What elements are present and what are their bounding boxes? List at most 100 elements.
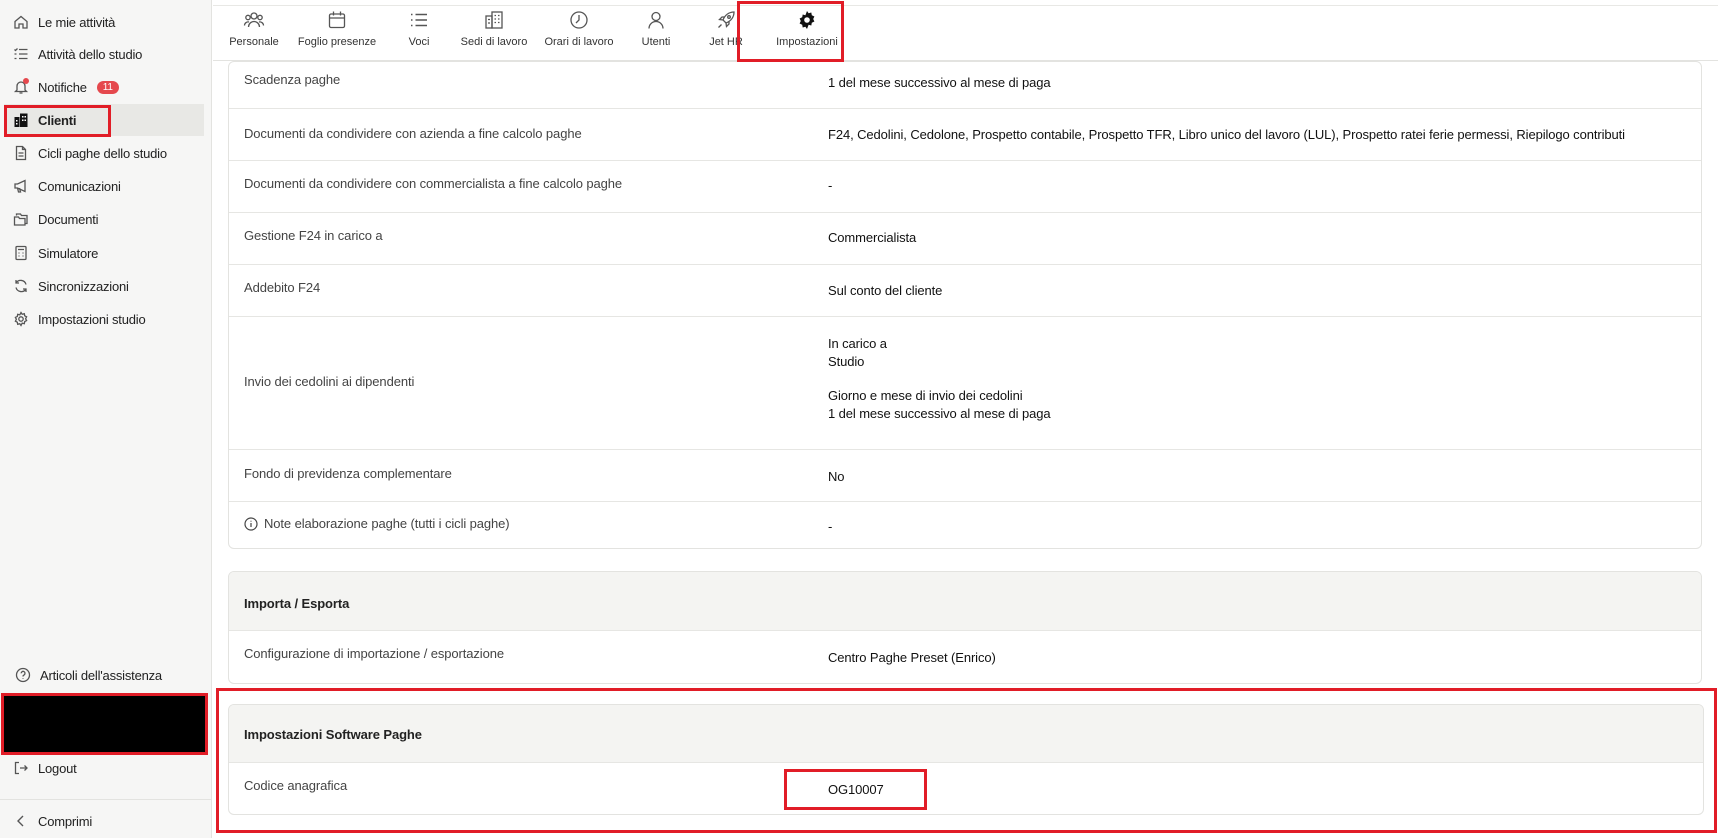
megaphone-icon: [12, 177, 30, 195]
tab-label: Foglio presenze: [297, 36, 377, 48]
sidebar-item-label: Cicli paghe dello studio: [38, 145, 167, 161]
question-icon: [14, 666, 32, 684]
section-title: Impostazioni Software Paghe: [244, 727, 422, 742]
sidebar-divider: [0, 799, 212, 800]
info-icon[interactable]: [244, 516, 258, 531]
gear-icon: [12, 310, 30, 328]
setting-value: 1 del mese successivo al mese di paga: [828, 75, 1051, 90]
sidebar-item-label: Documenti: [38, 211, 99, 227]
setting-row-note-elaborazione: Note elaborazione paghe (tutti i cicli p…: [229, 502, 1701, 548]
client-tabs: Personale Foglio presenze Voci Sedi di l…: [213, 0, 1718, 61]
building-icon: [12, 111, 30, 129]
sidebar-item-label: Sincronizzazioni: [38, 278, 129, 294]
people-icon: [242, 8, 266, 32]
logout-button[interactable]: Logout: [4, 752, 204, 784]
setting-row-gestione-f24: Gestione F24 in carico a Commercialista: [229, 213, 1701, 265]
import-export-panel: Importa / Esporta Configurazione di impo…: [228, 571, 1702, 684]
tab-label: Jet HR: [709, 36, 743, 48]
checklist-icon: [12, 45, 30, 63]
sidebar-item-label: Notifiche: [38, 79, 87, 95]
sidebar-item-label: Clienti: [38, 112, 77, 128]
setting-value: OG10007: [828, 782, 884, 797]
import-export-header: Importa / Esporta: [229, 572, 1701, 631]
tab-label: Utenti: [641, 36, 671, 48]
setting-value: -: [828, 178, 833, 193]
sidebar-item-communications[interactable]: Comunicazioni: [4, 170, 204, 202]
setting-sublabel: In carico a: [828, 336, 887, 351]
sync-icon: [12, 277, 30, 295]
calendar-icon: [325, 8, 349, 32]
setting-label: Codice anagrafica: [244, 778, 348, 793]
tab-label: Orari di lavoro: [544, 36, 614, 48]
tab-label: Impostazioni: [776, 36, 838, 48]
setting-sublabel: Giorno e mese di invio dei cedolini: [828, 388, 1023, 403]
sidebar-item-studio-settings[interactable]: Impostazioni studio: [4, 303, 204, 335]
tab-orari-di-lavoro[interactable]: Orari di lavoro: [536, 8, 622, 56]
setting-label: Fondo di previdenza complementare: [244, 466, 452, 481]
home-icon: [12, 13, 30, 31]
setting-value: Centro Paghe Preset (Enrico): [828, 650, 996, 665]
setting-label: Documenti da condividere con azienda a f…: [244, 126, 582, 141]
help-articles-label: Articoli dell'assistenza: [40, 667, 162, 683]
setting-label: Invio dei cedolini ai dipendenti: [244, 374, 415, 389]
tab-impostazioni[interactable]: Impostazioni: [761, 8, 853, 56]
tab-voci[interactable]: Voci: [393, 8, 445, 56]
setting-label: Gestione F24 in carico a: [244, 228, 383, 243]
sidebar-item-synchronizations[interactable]: Sincronizzazioni: [4, 270, 204, 302]
tab-foglio-presenze[interactable]: Foglio presenze: [287, 8, 387, 56]
setting-row-documenti-azienda: Documenti da condividere con azienda a f…: [229, 109, 1701, 161]
bell-icon: [12, 78, 30, 96]
setting-label: Addebito F24: [244, 280, 321, 295]
setting-row-codice-anagrafica: Codice anagrafica OG10007: [229, 763, 1703, 814]
setting-row-invio-cedolini: Invio dei cedolini ai dipendenti In cari…: [229, 317, 1701, 450]
sidebar-item-documents[interactable]: Documenti: [4, 203, 204, 235]
sidebar-item-clients[interactable]: Clienti: [4, 104, 204, 136]
chevron-left-icon: [12, 812, 30, 830]
tab-label: Sedi di lavoro: [460, 36, 528, 48]
section-title: Importa / Esporta: [244, 596, 350, 611]
setting-label: Configurazione di importazione / esporta…: [244, 646, 504, 661]
setting-label: Documenti da condividere con commerciali…: [244, 176, 623, 191]
tab-sedi-di-lavoro[interactable]: Sedi di lavoro: [451, 8, 537, 56]
office-building-icon: [482, 8, 506, 32]
collapse-sidebar-button[interactable]: Comprimi: [4, 805, 204, 837]
payroll-settings-panel: Scadenza paghe 1 del mese successivo al …: [228, 61, 1702, 549]
setting-value: No: [828, 469, 845, 484]
tab-label: Personale: [229, 36, 279, 48]
sidebar-item-studio-tasks[interactable]: Attività dello studio: [4, 38, 204, 70]
setting-value: Commercialista: [828, 230, 917, 245]
tab-personale[interactable]: Personale: [221, 8, 287, 56]
sidebar-item-simulator[interactable]: Simulatore: [4, 237, 204, 269]
sidebar-item-label: Le mie attività: [38, 14, 116, 30]
tab-utenti[interactable]: Utenti: [623, 8, 689, 56]
sidebar: Le mie attività Attività dello studio No…: [0, 0, 212, 838]
tab-label: Voci: [408, 36, 430, 48]
sidebar-item-my-tasks[interactable]: Le mie attività: [4, 6, 204, 38]
setting-label: Note elaborazione paghe (tutti i cicli p…: [264, 516, 510, 531]
redacted-user-profile: [1, 693, 208, 755]
setting-label-with-icon: Note elaborazione paghe (tutti i cicli p…: [244, 516, 510, 531]
setting-row-scadenza-paghe: Scadenza paghe 1 del mese successivo al …: [229, 62, 1701, 109]
help-articles-link[interactable]: Articoli dell'assistenza: [4, 659, 204, 691]
tabs-top-strip: [213, 0, 1718, 6]
setting-row-documenti-commercialista: Documenti da condividere con commerciali…: [229, 161, 1701, 213]
sidebar-item-payroll-cycles[interactable]: Cicli paghe dello studio: [4, 137, 204, 169]
setting-row-addebito-f24: Addebito F24 Sul conto del cliente: [229, 265, 1701, 317]
setting-value: Studio: [828, 354, 865, 369]
setting-row-import-export-config: Configurazione di importazione / esporta…: [229, 631, 1701, 683]
software-settings-panel: Impostazioni Software Paghe Codice anagr…: [228, 704, 1704, 815]
sidebar-item-label: Comunicazioni: [38, 178, 121, 194]
logout-icon: [12, 759, 30, 777]
setting-value: 1 del mese successivo al mese di paga: [828, 406, 1051, 421]
notification-count-badge: 11: [96, 80, 119, 94]
collapse-label: Comprimi: [38, 813, 93, 829]
sidebar-item-label: Attività dello studio: [38, 46, 143, 62]
sidebar-item-label: Impostazioni studio: [38, 311, 146, 327]
setting-label: Scadenza paghe: [244, 72, 341, 87]
user-icon: [644, 8, 668, 32]
rocket-icon: [714, 8, 738, 32]
logout-label: Logout: [38, 760, 77, 776]
sidebar-item-notifications[interactable]: Notifiche 11: [4, 71, 204, 103]
tab-jet-hr[interactable]: Jet HR: [691, 8, 761, 56]
setting-value: -: [828, 519, 833, 534]
